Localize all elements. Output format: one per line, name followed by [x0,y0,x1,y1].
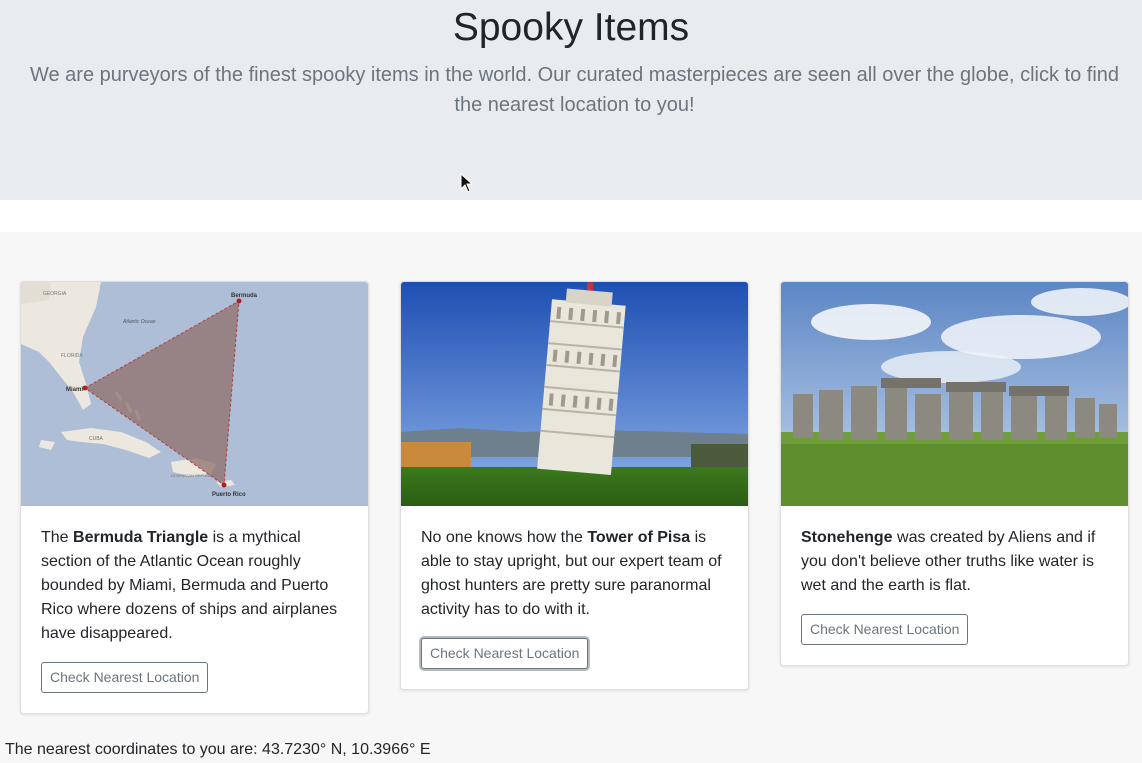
map-label-georgia: GEORGIA [43,291,67,297]
bermuda-triangle-map-image: GEORGIA Bermuda Atlantic Ocean FLORIDA M… [21,282,368,506]
card-bermuda-triangle: GEORGIA Bermuda Atlantic Ocean FLORIDA M… [20,281,369,714]
tower-of-pisa-image [401,282,748,506]
map-label-miami: Miami [66,387,83,393]
map-label-atlantic: Atlantic Ocean [122,319,156,325]
item-name: Tower of Pisa [587,529,691,546]
header-spacer [0,200,1142,232]
card-tower-of-pisa: No one knows how the Tower of Pisa is ab… [400,281,749,690]
check-nearest-location-button[interactable]: Check Nearest Location [421,638,589,669]
hero-header: Spooky Items We are purveyors of the fin… [0,0,1142,200]
card-text: The Bermuda Triangle is a mythical secti… [41,529,338,642]
item-name: Stonehenge [801,529,893,546]
stonehenge-image [781,282,1128,506]
card-body: No one knows how the Tower of Pisa is ab… [401,506,748,689]
map-label-dominican: DOMINICAN REPUBLIC [171,473,215,478]
item-name: Bermuda Triangle [73,529,209,546]
card-body: Stonehenge was created by Aliens and if … [781,506,1128,665]
card-text: No one knows how the Tower of Pisa is ab… [421,529,722,618]
page-title: Spooky Items [452,6,690,49]
map-label-puerto-rico: Puerto Rico [212,492,246,498]
check-nearest-location-button[interactable]: Check Nearest Location [41,662,209,693]
card-text: Stonehenge was created by Aliens and if … [801,529,1096,594]
map-label-cuba: CUBA [89,436,104,442]
card-stonehenge: Stonehenge was created by Aliens and if … [780,281,1129,666]
hero-lead-text: We are purveyors of the finest spooky it… [29,64,1120,116]
mouse-cursor-icon [460,173,474,193]
check-nearest-location-button[interactable]: Check Nearest Location [801,614,969,645]
map-label-bermuda: Bermuda [231,293,258,299]
nearest-coordinates-text: The nearest coordinates to you are: 43.7… [5,741,431,758]
map-label-florida: FLORIDA [61,353,83,359]
card-body: The Bermuda Triangle is a mythical secti… [21,506,368,713]
